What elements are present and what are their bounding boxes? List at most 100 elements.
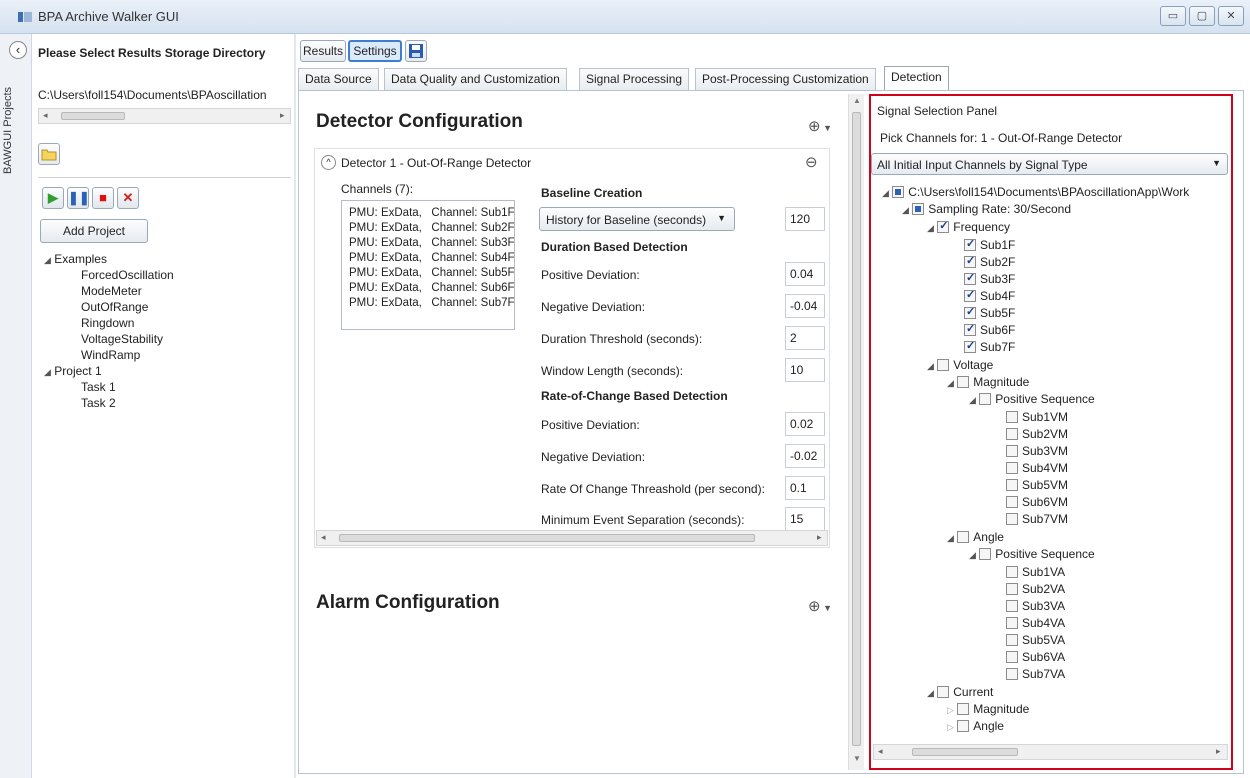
tab-data-quality[interactable]: Data Quality and Customization bbox=[384, 68, 567, 90]
detector-hscrollbar[interactable]: ◂ ▸ bbox=[316, 530, 828, 546]
scroll-down-icon[interactable]: ▼ bbox=[853, 754, 861, 763]
checkbox[interactable] bbox=[1006, 617, 1018, 629]
checkbox[interactable] bbox=[964, 339, 976, 353]
checkbox[interactable] bbox=[957, 531, 970, 543]
checkbox[interactable] bbox=[979, 548, 992, 560]
close-window-button[interactable]: ✕ bbox=[1218, 6, 1244, 26]
signal-item[interactable]: Sub5VM bbox=[1006, 478, 1068, 492]
signal-item[interactable]: Sub3VA bbox=[1006, 599, 1065, 613]
collapse-detector-button[interactable]: ^ bbox=[321, 155, 336, 170]
signal-item[interactable]: Sub4VA bbox=[1006, 616, 1065, 630]
checkbox[interactable] bbox=[957, 376, 970, 388]
tree-node-current[interactable]: ◢ Current bbox=[927, 685, 993, 699]
tree-node-current-angle[interactable]: ▷ Angle bbox=[947, 719, 1004, 733]
signal-item[interactable]: Sub6VA bbox=[1006, 650, 1065, 664]
save-button[interactable] bbox=[405, 40, 427, 62]
signal-item[interactable]: Sub5F bbox=[964, 305, 1015, 320]
scroll-up-icon[interactable]: ▲ bbox=[853, 96, 861, 105]
dur-negative-field[interactable]: -0.04 bbox=[785, 294, 825, 318]
signal-item[interactable]: Sub3F bbox=[964, 271, 1015, 286]
pause-button[interactable]: ❚❚ bbox=[67, 187, 90, 209]
dur-threshold-field[interactable]: 2 bbox=[785, 326, 825, 350]
signal-item[interactable]: Sub6F bbox=[964, 322, 1015, 337]
checkbox[interactable] bbox=[957, 720, 970, 732]
signal-item[interactable]: Sub2F bbox=[964, 254, 1015, 269]
tree-node-project[interactable]: ◢ Project 1 bbox=[44, 364, 102, 378]
signal-tree-hscrollbar[interactable]: ◂ ▸ bbox=[873, 744, 1228, 760]
tab-post-processing[interactable]: Post-Processing Customization bbox=[695, 68, 876, 90]
tree-item[interactable]: OutOfRange bbox=[81, 300, 148, 314]
remove-detector-button[interactable]: ⊖ bbox=[805, 153, 818, 171]
checkbox[interactable] bbox=[964, 237, 976, 251]
checkbox[interactable] bbox=[1006, 600, 1018, 612]
signal-scroll-thumb[interactable] bbox=[912, 748, 1018, 756]
tree-item[interactable]: WindRamp bbox=[81, 348, 140, 362]
min-separation-field[interactable]: 15 bbox=[785, 507, 825, 531]
main-vscrollbar[interactable]: ▲ ▼ bbox=[848, 94, 864, 770]
tree-node-examples[interactable]: ◢ Examples bbox=[44, 252, 107, 266]
checkbox[interactable] bbox=[1006, 428, 1018, 440]
baseline-value-field[interactable]: 120 bbox=[785, 207, 825, 231]
baseline-select[interactable]: History for Baseline (seconds) ▼ bbox=[539, 207, 735, 231]
tree-node-current-magnitude[interactable]: ▷ Magnitude bbox=[947, 702, 1029, 716]
checkbox[interactable] bbox=[912, 203, 925, 215]
add-project-button[interactable]: Add Project bbox=[40, 219, 148, 243]
results-button[interactable]: Results bbox=[300, 40, 346, 62]
signal-item[interactable]: Sub1VA bbox=[1006, 565, 1065, 579]
signal-item[interactable]: Sub3VM bbox=[1006, 444, 1068, 458]
checkbox[interactable] bbox=[1006, 445, 1018, 457]
checkbox[interactable] bbox=[964, 322, 976, 336]
run-button[interactable]: ▶ bbox=[42, 187, 64, 209]
panel-splitter[interactable] bbox=[294, 34, 296, 778]
signal-item[interactable]: Sub2VA bbox=[1006, 582, 1065, 596]
cancel-button[interactable]: ✕ bbox=[117, 187, 139, 209]
tree-node-magnitude[interactable]: ◢ Magnitude bbox=[947, 375, 1029, 389]
signal-item[interactable]: Sub1F bbox=[964, 237, 1015, 252]
checkbox[interactable] bbox=[1006, 411, 1018, 423]
signal-item[interactable]: Sub1VM bbox=[1006, 410, 1068, 424]
checkbox[interactable] bbox=[964, 288, 976, 302]
window-length-field[interactable]: 10 bbox=[785, 358, 825, 382]
signal-item[interactable]: Sub7VA bbox=[1006, 667, 1065, 681]
signal-item[interactable]: Sub7F bbox=[964, 339, 1015, 354]
checkbox[interactable] bbox=[1006, 566, 1018, 578]
tree-node-voltage[interactable]: ◢ Voltage bbox=[927, 358, 993, 372]
checkbox[interactable] bbox=[937, 686, 950, 698]
checkbox[interactable] bbox=[964, 271, 976, 285]
checkbox[interactable] bbox=[1006, 496, 1018, 508]
tree-node-rate[interactable]: ◢ Sampling Rate: 30/Second bbox=[902, 202, 1071, 216]
checkbox[interactable] bbox=[937, 359, 950, 371]
checkbox[interactable] bbox=[1006, 668, 1018, 680]
dur-positive-field[interactable]: 0.04 bbox=[785, 262, 825, 286]
tab-data-source[interactable]: Data Source bbox=[298, 68, 379, 90]
checkbox[interactable] bbox=[892, 186, 905, 198]
tree-item[interactable]: ForcedOscillation bbox=[81, 268, 174, 282]
checkbox[interactable] bbox=[1006, 462, 1018, 474]
add-alarm-button[interactable]: ⊕ ▼ bbox=[808, 597, 832, 615]
checkbox[interactable] bbox=[1006, 479, 1018, 491]
add-detector-button[interactable]: ⊕ ▼ bbox=[808, 117, 832, 135]
roc-negative-field[interactable]: -0.02 bbox=[785, 444, 825, 468]
stop-button[interactable]: ■ bbox=[92, 187, 114, 209]
tab-signal-processing[interactable]: Signal Processing bbox=[579, 68, 690, 90]
left-scroll-thumb[interactable] bbox=[61, 112, 125, 120]
collapse-panel-button[interactable]: ‹ bbox=[9, 41, 27, 59]
tree-item[interactable]: ModeMeter bbox=[81, 284, 142, 298]
signal-item[interactable]: Sub2VM bbox=[1006, 427, 1068, 441]
checkbox[interactable] bbox=[1006, 583, 1018, 595]
checkbox[interactable] bbox=[1006, 513, 1018, 525]
signal-item[interactable]: Sub4VM bbox=[1006, 461, 1068, 475]
maximize-button[interactable]: ▢ bbox=[1189, 6, 1215, 26]
tree-item[interactable]: VoltageStability bbox=[81, 332, 163, 346]
projects-side-tab[interactable]: BAWGUI Projects bbox=[0, 34, 32, 778]
minimize-button[interactable]: ▭ bbox=[1160, 6, 1186, 26]
checkbox[interactable] bbox=[1006, 651, 1018, 663]
main-scroll-thumb[interactable] bbox=[852, 112, 861, 746]
tree-item[interactable]: Task 1 bbox=[81, 380, 116, 394]
roc-threshold-field[interactable]: 0.1 bbox=[785, 476, 825, 500]
tree-node-frequency[interactable]: ◢ Frequency bbox=[927, 219, 1010, 234]
checkbox[interactable] bbox=[937, 219, 950, 233]
signal-item[interactable]: Sub5VA bbox=[1006, 633, 1065, 647]
tree-root[interactable]: ◢ C:\Users\foll154\Documents\BPAoscillat… bbox=[882, 185, 1189, 199]
tree-item[interactable]: Ringdown bbox=[81, 316, 134, 330]
